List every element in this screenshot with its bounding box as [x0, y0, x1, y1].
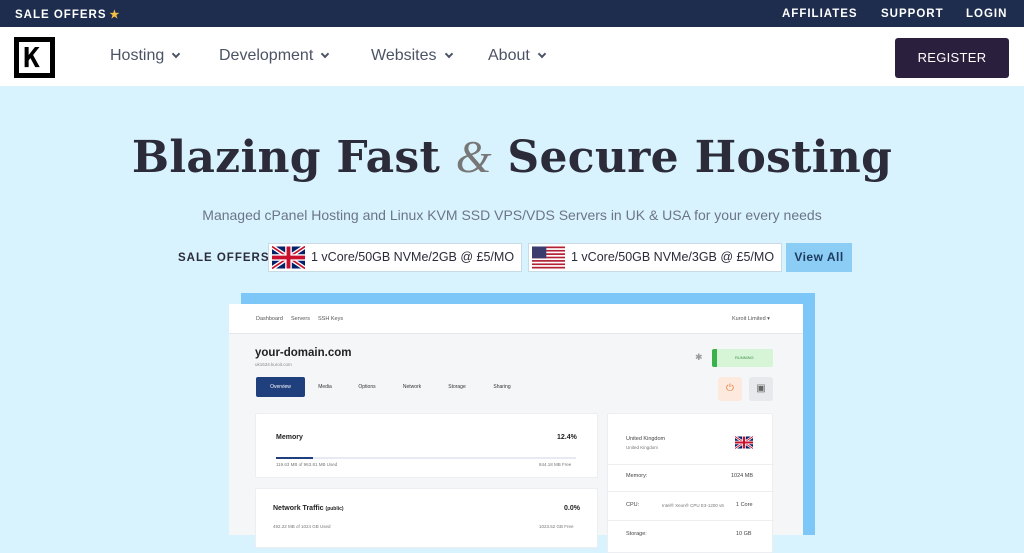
server-info-card: United Kingdom United Kingdom Memory: 10…	[607, 413, 774, 553]
chevron-down-icon	[537, 49, 547, 59]
nav-item-development[interactable]: Development	[219, 47, 330, 65]
affiliates-link[interactable]: AFFILIATES	[782, 8, 858, 20]
traffic-percent: 0.0%	[564, 505, 580, 512]
preview-account-menu: Kuroit Limited ▾	[732, 316, 770, 322]
uk-offer-link[interactable]: 1 vCore/50GB NVMe/2GB @ £5/MO	[268, 243, 522, 272]
us-flag-icon	[532, 246, 565, 269]
support-link[interactable]: SUPPORT	[881, 8, 944, 20]
login-link[interactable]: LOGIN	[966, 8, 1007, 20]
memory-free: 844.18 MB Free	[539, 462, 572, 467]
preview-tab-overview: Overview	[256, 377, 305, 397]
uk-offer-text: 1 vCore/50GB NVMe/2GB @ £5/MO	[311, 250, 515, 264]
nav-item-hosting[interactable]: Hosting	[110, 47, 181, 65]
uk-flag-icon	[735, 436, 753, 449]
preview-nav-ssh-keys: SSH Keys	[318, 316, 344, 322]
preview-tab-sharing: Sharing	[493, 384, 511, 390]
view-all-button[interactable]: View All	[786, 243, 852, 272]
memory-title: Memory	[276, 434, 303, 441]
network-traffic-card: Network Traffic (public) 0.0% 492.22 MB …	[255, 488, 598, 548]
preview-nav-dashboard: Dashboard	[256, 316, 283, 322]
memory-card: Memory 12.4% 119.63 MB of 963.81 MB Used…	[255, 413, 598, 478]
register-button[interactable]: REGISTER	[895, 38, 1009, 78]
top-bar: SALE OFFERS ★ AFFILIATES SUPPORT LOGIN	[0, 0, 1024, 27]
us-offer-text: 1 vCore/50GB NVMe/3GB @ £5/MO	[571, 250, 775, 264]
lock-icon: ▣	[749, 377, 773, 401]
traffic-title: Network Traffic (public)	[273, 505, 344, 512]
spec-label: CPU:	[626, 502, 640, 508]
nav-label: Development	[219, 47, 314, 64]
hero-title-part: Blazing Fast	[131, 132, 441, 183]
hero-title: Blazing Fast & Secure Hosting	[0, 130, 1024, 183]
preview-tab-storage: Storage	[448, 384, 466, 390]
us-offer-link[interactable]: 1 vCore/50GB NVMe/3GB @ £5/MO	[528, 243, 782, 272]
preview-domain: your-domain.com	[255, 347, 352, 359]
sale-offers-label: SALE OFFERS:	[178, 252, 275, 264]
location-country: United Kingdom	[626, 436, 666, 442]
preview-hostname: uk1634.kuroit.com	[255, 362, 292, 367]
nav-label: Hosting	[110, 47, 165, 64]
chevron-down-icon	[172, 49, 181, 59]
spec-label: Storage:	[626, 531, 647, 537]
main-nav: K Hosting Development Websites About REG…	[0, 27, 1024, 86]
chevron-down-icon	[321, 49, 330, 59]
preview-tab-network: Network	[402, 384, 422, 390]
hero-subtitle: Managed cPanel Hosting and Linux KVM SSD…	[202, 207, 822, 223]
traffic-used: 492.22 MB of 1024 GB Used	[273, 524, 331, 529]
sale-offers-label: SALE OFFERS	[15, 9, 107, 21]
memory-progress	[276, 457, 576, 459]
preview-top-nav: Dashboard Servers SSH Keys Kuroit Limite…	[229, 304, 803, 334]
nav-label: About	[488, 47, 530, 64]
dashboard-preview: Dashboard Servers SSH Keys Kuroit Limite…	[229, 304, 803, 553]
memory-used: 119.63 MB of 963.81 MB Used	[276, 462, 338, 467]
preview-nav-servers: Servers	[291, 316, 310, 322]
uk-flag-icon	[272, 246, 305, 269]
spec-extra: Intel® Xeon® CPU E3-1200 v6	[662, 503, 724, 508]
traffic-qualifier: (public)	[325, 506, 344, 512]
kuroit-logo[interactable]: K	[14, 37, 55, 78]
traffic-title-text: Network Traffic	[273, 505, 324, 512]
spec-label: Memory:	[626, 473, 648, 479]
traffic-free: 1023.52 GB Free	[539, 524, 574, 529]
memory-progress-fill	[276, 457, 314, 459]
spec-value: 10 GB	[736, 531, 752, 537]
hero-title-part: Secure Hosting	[507, 132, 893, 183]
preview-tab-media: Media	[318, 384, 332, 390]
gear-icon: ✱	[695, 352, 703, 362]
sale-offers-link[interactable]: SALE OFFERS ★	[15, 8, 120, 21]
nav-item-about[interactable]: About	[488, 47, 547, 65]
star-icon: ★	[109, 9, 121, 21]
hero-ampersand: &	[455, 131, 492, 182]
preview-tab-options: Options	[358, 384, 376, 390]
spec-value: 1024 MB	[731, 473, 754, 479]
nav-item-websites[interactable]: Websites	[371, 47, 453, 65]
power-icon: ⏻	[718, 377, 742, 401]
spec-value: 1 Core	[736, 502, 753, 508]
status-badge: RUNNING	[712, 349, 773, 367]
memory-percent: 12.4%	[557, 434, 577, 441]
nav-label: Websites	[371, 47, 437, 64]
chevron-down-icon	[444, 49, 453, 59]
location-sub: United Kingdom	[626, 445, 659, 450]
